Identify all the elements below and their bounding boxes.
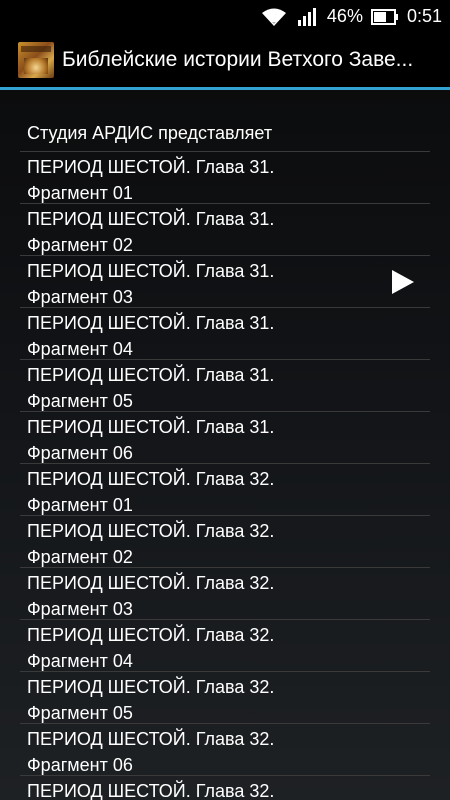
clock: 0:51: [406, 6, 442, 26]
list-item-title: ПЕРИОД ШЕСТОЙ. Глава 32.: [27, 573, 275, 593]
list-item-subtitle: Фрагмент 01: [27, 495, 133, 515]
list-item-title: ПЕРИОД ШЕСТОЙ. Глава 32.: [27, 625, 275, 645]
list-item[interactable]: ПЕРИОД ШЕСТОЙ. Глава 32. Фрагмент 03: [20, 568, 430, 620]
list-item[interactable]: ПЕРИОД ШЕСТОЙ. Глава 31. Фрагмент 01: [20, 152, 430, 204]
list-item-title: ПЕРИОД ШЕСТОЙ. Глава 32.: [27, 521, 275, 541]
list-item-subtitle: Фрагмент 04: [27, 651, 133, 671]
list-item-title: ПЕРИОД ШЕСТОЙ. Глава 31.: [27, 157, 275, 177]
list-item[interactable]: ПЕРИОД ШЕСТОЙ. Глава 32. Фрагмент 05: [20, 672, 430, 724]
list-item[interactable]: ПЕРИОД ШЕСТОЙ. Глава 32.Фрагмент 07: [20, 776, 430, 800]
battery-icon: [370, 8, 399, 25]
list-item-title: ПЕРИОД ШЕСТОЙ. Глава 32.: [27, 781, 275, 800]
list-item[interactable]: ПЕРИОД ШЕСТОЙ. Глава 31. Фрагмент 03: [20, 256, 430, 308]
list-item-subtitle: Фрагмент 04: [27, 339, 133, 359]
list-item[interactable]: ПЕРИОД ШЕСТОЙ. Глава 31. Фрагмент 02: [20, 204, 430, 256]
battery-percent: 46%: [326, 6, 363, 26]
list-item-title: ПЕРИОД ШЕСТОЙ. Глава 31.: [27, 313, 275, 333]
list-item-subtitle: Фрагмент 05: [27, 391, 133, 411]
book-cover-icon[interactable]: [18, 42, 54, 78]
app-title: Библейские истории Ветхого Заве...: [62, 48, 414, 71]
list-item[interactable]: ПЕРИОД ШЕСТОЙ. Глава 31. Фрагмент 04: [20, 308, 430, 360]
play-icon[interactable]: [392, 270, 414, 294]
list-item-subtitle: Фрагмент 06: [27, 443, 133, 463]
list-item-title: ПЕРИОД ШЕСТОЙ. Глава 31.: [27, 365, 275, 385]
list-item-subtitle: Фрагмент 02: [27, 547, 133, 567]
list-item[interactable]: ПЕРИОД ШЕСТОЙ. Глава 32. Фрагмент 02: [20, 516, 430, 568]
screen: 46% 0:51 Библейские истории Ветхого Заве…: [0, 0, 450, 800]
list-item-subtitle: Фрагмент 01: [27, 183, 133, 203]
list-item[interactable]: ПЕРИОД ШЕСТОЙ. Глава 32. Фрагмент 01: [20, 464, 430, 516]
list-item-subtitle: Фрагмент 05: [27, 703, 133, 723]
wifi-icon: [261, 7, 287, 27]
list-item[interactable]: ПЕРИОД ШЕСТОЙ. Глава 32. Фрагмент 06: [20, 724, 430, 776]
list-item-subtitle: Фрагмент 02: [27, 235, 133, 255]
list-item-title: ПЕРИОД ШЕСТОЙ. Глава 31.: [27, 417, 275, 437]
list-item-subtitle: Фрагмент 03: [27, 287, 133, 307]
track-list: Студия АРДИС представляет ПЕРИОД ШЕСТОЙ.…: [20, 118, 430, 800]
list-item-title: ПЕРИОД ШЕСТОЙ. Глава 32.: [27, 729, 275, 749]
status-bar: 46% 0:51: [0, 0, 450, 33]
list-item-subtitle: Фрагмент 03: [27, 599, 133, 619]
list-item-title: ПЕРИОД ШЕСТОЙ. Глава 32.: [27, 469, 275, 489]
list-item-subtitle: Фрагмент 06: [27, 755, 133, 775]
list-item[interactable]: ПЕРИОД ШЕСТОЙ. Глава 31. Фрагмент 05: [20, 360, 430, 412]
action-bar: Библейские истории Ветхого Заве...: [0, 33, 450, 90]
list-item[interactable]: ПЕРИОД ШЕСТОЙ. Глава 31. Фрагмент 06: [20, 412, 430, 464]
list-item[interactable]: ПЕРИОД ШЕСТОЙ. Глава 32. Фрагмент 04: [20, 620, 430, 672]
signal-icon: [297, 7, 319, 27]
list-item-title: ПЕРИОД ШЕСТОЙ. Глава 31.: [27, 209, 275, 229]
list-item-title: ПЕРИОД ШЕСТОЙ. Глава 31.: [27, 261, 275, 281]
list-item-title: ПЕРИОД ШЕСТОЙ. Глава 32.: [27, 677, 275, 697]
list-header[interactable]: Студия АРДИС представляет: [20, 118, 430, 152]
